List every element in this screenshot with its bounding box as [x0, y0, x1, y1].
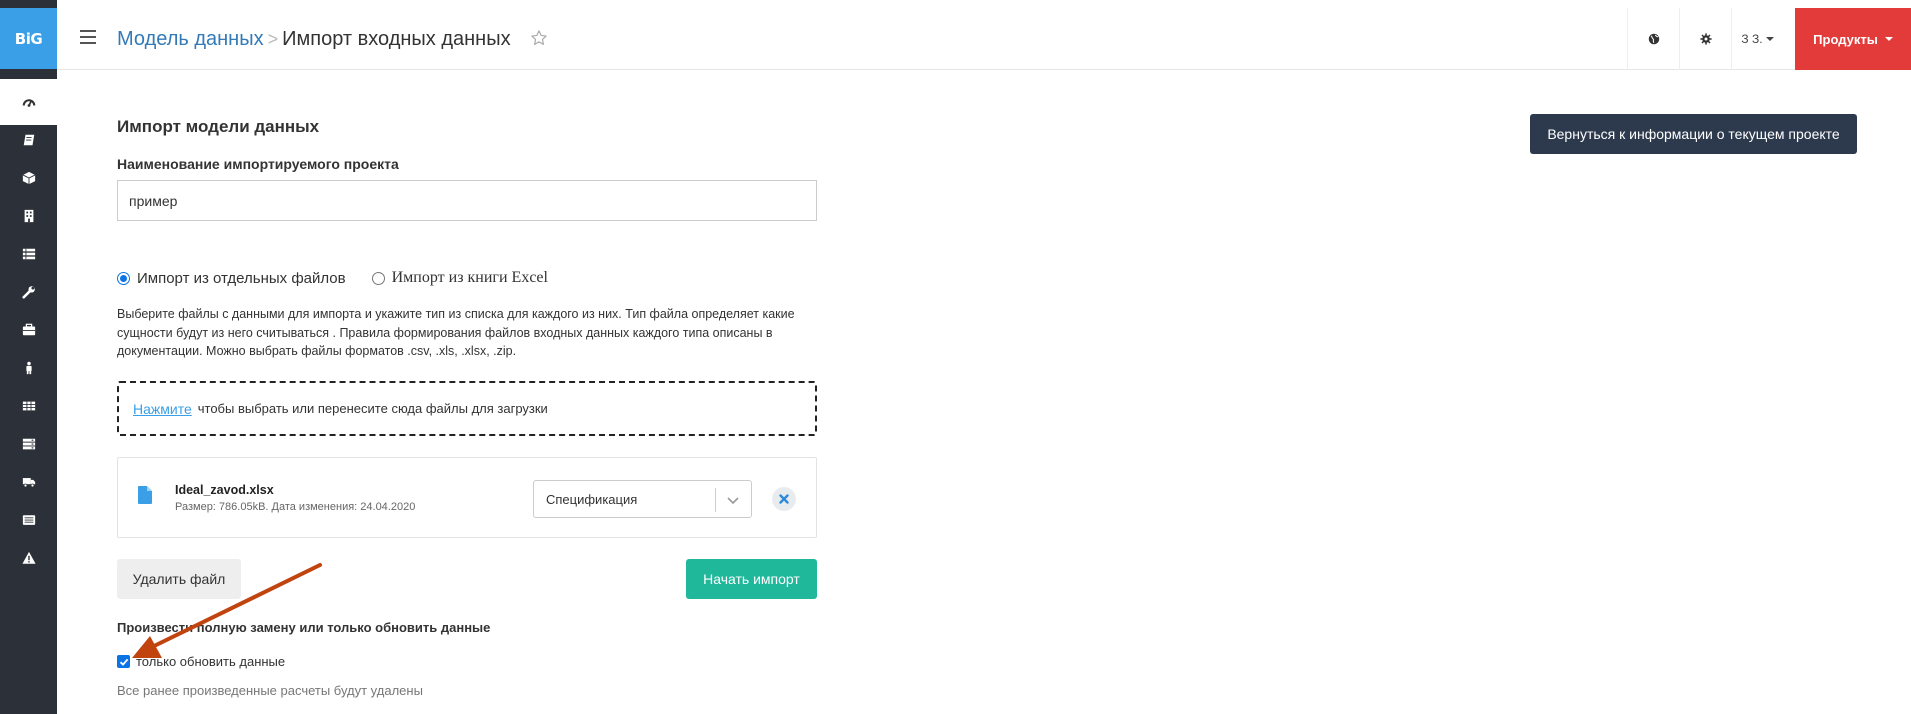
radio-import-excel[interactable]: Импорт из книги Excel — [371, 269, 548, 287]
section-title: Импорт модели данных — [117, 117, 320, 136]
close-icon — [779, 494, 789, 504]
menu-toggle-icon[interactable] — [80, 30, 96, 44]
remove-file-button[interactable] — [772, 487, 796, 511]
back-to-project-button[interactable]: Вернуться к информации о текущем проекте — [1530, 114, 1857, 154]
radio-files-label: Импорт из отдельных файлов — [137, 269, 346, 287]
products-label: Продукты — [1813, 31, 1878, 47]
chevron-down-icon — [1884, 37, 1893, 41]
table-icon — [22, 401, 35, 411]
breadcrumb: Модель данных > Импорт входных данных — [117, 26, 548, 54]
update-only-checkbox[interactable] — [117, 655, 130, 668]
select-divider — [715, 488, 716, 512]
dropzone-text: чтобы выбрать или перенесите сюда файлы … — [197, 401, 548, 416]
products-menu-button[interactable]: Продукты — [1795, 8, 1911, 70]
file-type-value: Спецификация — [546, 492, 638, 507]
sidebar-item-warning[interactable] — [0, 535, 57, 581]
breadcrumb-data-model-link[interactable]: Модель данных — [117, 28, 264, 50]
sidebar: BiG — [0, 0, 57, 714]
dashboard-icon — [22, 99, 35, 107]
chevron-down-icon — [1765, 37, 1774, 41]
import-mode-radio-group: Импорт из отдельных файлов Импорт из кни… — [117, 269, 574, 287]
briefcase-icon — [22, 323, 35, 336]
server-icon — [22, 438, 35, 450]
truck-icon — [22, 478, 35, 488]
file-type-select[interactable]: Спецификация — [533, 480, 752, 518]
breadcrumb-separator: > — [267, 29, 279, 49]
start-import-button[interactable]: Начать импорт — [686, 559, 817, 599]
radio-excel-label: Импорт из книги Excel — [391, 269, 548, 286]
settings-button[interactable] — [1679, 8, 1731, 70]
replace-mode-label: Произвести полную замену или только обно… — [117, 620, 491, 635]
brand-logo[interactable]: BiG — [0, 8, 57, 69]
language-button[interactable] — [1627, 8, 1679, 70]
update-only-label: только обновить данные — [136, 654, 286, 669]
delete-file-button[interactable]: Удалить файл — [117, 559, 241, 599]
building-icon — [24, 209, 33, 223]
chevron-down-icon[interactable] — [726, 494, 740, 509]
file-dropzone[interactable]: Нажмите чтобы выбрать или перенесите сюд… — [117, 381, 817, 436]
gear-icon — [1699, 33, 1712, 45]
radio-import-files[interactable]: Импорт из отдельных файлов — [117, 270, 346, 287]
file-icon — [138, 486, 152, 509]
cube-icon — [22, 171, 35, 185]
import-help-text: Выберите файлы с данными для импорта и у… — [117, 307, 795, 358]
radio-files-selected[interactable] — [117, 271, 130, 285]
project-name-label: Наименование импортируемого проекта — [117, 156, 399, 172]
user-menu-button[interactable]: З З. — [1731, 8, 1783, 70]
book-icon — [23, 134, 34, 146]
card-list-icon — [22, 515, 35, 525]
project-name-input[interactable] — [117, 180, 817, 221]
favorite-star-icon[interactable] — [530, 28, 548, 54]
update-only-option[interactable]: только обновить данные — [117, 654, 285, 669]
globe-icon — [1648, 33, 1659, 45]
list-icon — [22, 248, 35, 260]
dropzone-browse-link[interactable]: Нажмите — [133, 401, 192, 417]
warning-icon — [21, 551, 36, 564]
file-meta: Размер: 786.05kB. Дата изменения: 24.04.… — [175, 501, 416, 513]
radio-excel[interactable] — [371, 271, 385, 285]
warning-note: Все ранее произведенные расчеты будут уд… — [117, 683, 423, 698]
uploaded-file-card: Ideal_zavod.xlsx Размер: 786.05kB. Дата … — [117, 457, 817, 538]
user-initials: З З. — [1741, 32, 1763, 46]
file-name: Ideal_zavod.xlsx — [175, 483, 274, 497]
top-bar: Модель данных > Импорт входных данных З З.… — [57, 8, 1911, 70]
check-icon — [119, 658, 128, 666]
person-icon — [25, 361, 32, 375]
page-title: Импорт входных данных — [282, 28, 511, 50]
wrench-icon — [21, 286, 35, 299]
